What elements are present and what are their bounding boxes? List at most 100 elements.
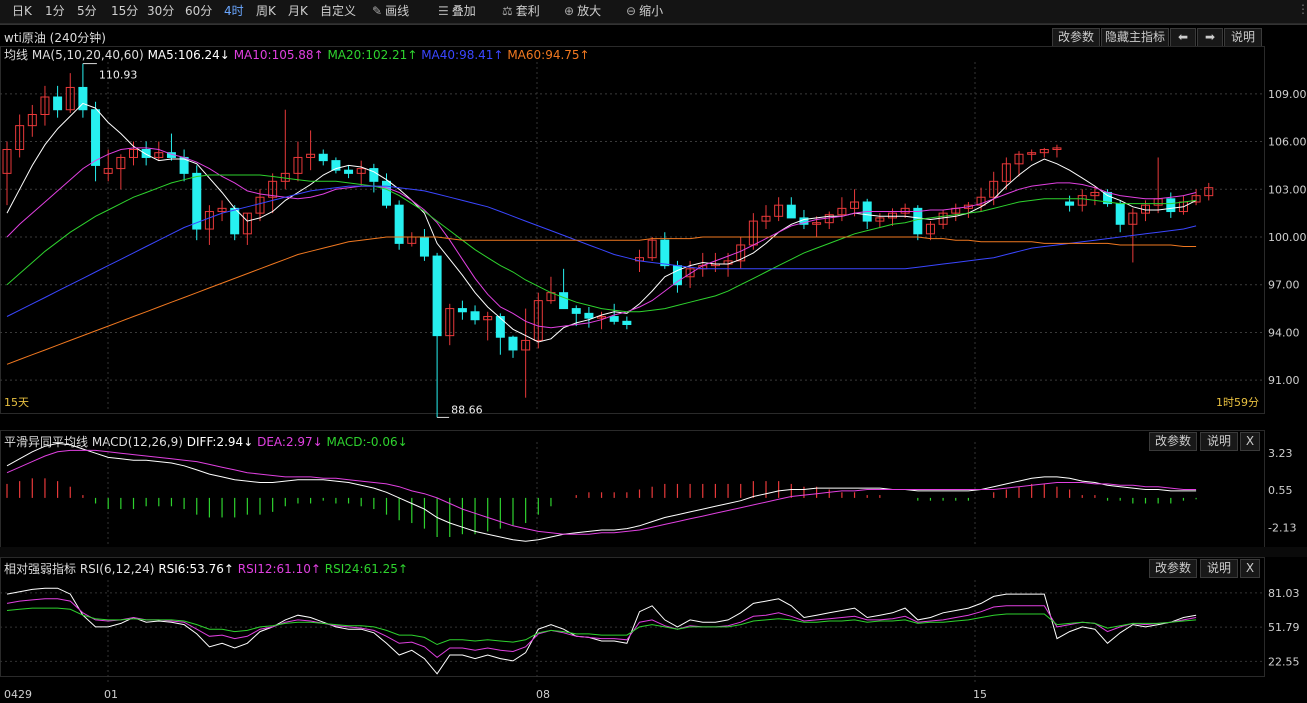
candle-body: [230, 207, 240, 235]
candle: [584, 307, 594, 328]
candle: [495, 313, 505, 355]
candle: [761, 205, 771, 230]
candle: [15, 114, 25, 158]
macd-y-tick-label: 0.55: [1268, 484, 1293, 497]
candle: [1166, 192, 1176, 218]
candle: [774, 197, 784, 222]
candle: [647, 237, 657, 261]
candle: [318, 149, 328, 166]
candle: [369, 163, 379, 193]
candle: [1115, 200, 1125, 233]
candle: [1001, 157, 1011, 190]
candle: [204, 205, 214, 245]
candle-body: [344, 169, 354, 174]
candle: [875, 213, 885, 228]
candle: [344, 165, 354, 179]
candle: [925, 221, 935, 241]
candle: [445, 303, 455, 346]
macd-y-tick-label: 3.23: [1268, 447, 1293, 460]
candle-body: [141, 149, 151, 158]
candle: [1077, 189, 1087, 212]
candle-body: [584, 312, 594, 319]
candle: [217, 200, 227, 222]
macd-frame: [0, 430, 1265, 548]
candle-body: [495, 316, 505, 338]
candle-body: [559, 292, 569, 310]
candle: [1052, 144, 1062, 158]
candle: [394, 200, 404, 250]
candle: [1204, 182, 1214, 201]
x-axis-label: 01: [104, 688, 118, 701]
candle: [78, 63, 88, 118]
candle-body: [432, 255, 442, 337]
candle: [888, 208, 897, 226]
candle: [748, 213, 758, 250]
candle-body: [394, 204, 404, 244]
indicator-charts[interactable]: 3.23 0.55 -2.13 81.03 51.79 22.55 0429 01 08 15: [0, 430, 1307, 703]
y-tick-label: 106.00: [1268, 136, 1307, 149]
y-tick-label: 100.00: [1268, 231, 1307, 244]
candle: [824, 211, 834, 230]
high-price-label: 110.93: [99, 69, 137, 82]
candle: [900, 203, 910, 218]
candle-body: [571, 308, 581, 314]
candle-body: [91, 109, 101, 166]
y-tick-label: 103.00: [1268, 183, 1307, 196]
candle: [559, 268, 569, 310]
candle-body: [508, 336, 518, 351]
macd-line-dea: [6, 449, 1197, 535]
y-tick-label: 91.00: [1268, 374, 1300, 387]
candlestick-chart[interactable]: 109.00 106.00 103.00 100.00 97.00 94.00 91.00 1…: [0, 0, 1307, 430]
candle: [1191, 189, 1201, 206]
ma-line-ma20: [6, 174, 1197, 313]
rsi-y-tick-label: 81.03: [1268, 587, 1300, 600]
candle-body: [457, 308, 467, 313]
candle-body: [1166, 198, 1176, 213]
x-axis-label: 15: [973, 688, 987, 701]
candle: [432, 252, 442, 418]
candle-body: [913, 207, 923, 235]
candle-body: [786, 204, 796, 219]
candle: [2, 141, 12, 206]
candle: [166, 133, 176, 161]
candle-body: [609, 316, 619, 322]
low-price-label: 88.66: [451, 403, 483, 416]
y-tick-label: 94.00: [1268, 326, 1300, 339]
candle: [306, 130, 316, 171]
y-tick-label: 109.00: [1268, 88, 1307, 101]
candle: [546, 276, 556, 304]
ma-line-ma10: [6, 147, 1197, 329]
candle: [1039, 147, 1049, 158]
ma-line-ma5: [6, 102, 1197, 343]
candle: [938, 209, 948, 230]
candle-body: [622, 320, 632, 325]
candle-body: [1115, 203, 1125, 225]
candle: [268, 173, 278, 214]
candle: [179, 149, 189, 182]
candle: [116, 154, 126, 190]
candle: [483, 311, 493, 341]
candle: [622, 316, 632, 330]
countdown-label: 1时59分: [1216, 396, 1259, 409]
candle-body: [660, 239, 670, 267]
candle: [533, 292, 543, 349]
macd-line-diff: [6, 442, 1197, 542]
candle: [508, 335, 518, 358]
candle-body: [470, 311, 480, 321]
candle-body: [318, 153, 328, 162]
candle: [951, 203, 961, 222]
candle: [1027, 149, 1037, 161]
candle: [356, 160, 366, 187]
candle-body: [53, 96, 63, 111]
candle: [129, 141, 138, 166]
rsi-line-rsi12: [6, 598, 1197, 659]
candle-body: [419, 236, 429, 257]
candle: [457, 300, 467, 320]
candle: [419, 229, 429, 261]
candle: [27, 104, 37, 137]
candle: [53, 85, 63, 118]
candle: [407, 232, 417, 247]
x-axis-label: 08: [536, 688, 550, 701]
candle: [1153, 157, 1163, 214]
candle: [40, 85, 50, 126]
